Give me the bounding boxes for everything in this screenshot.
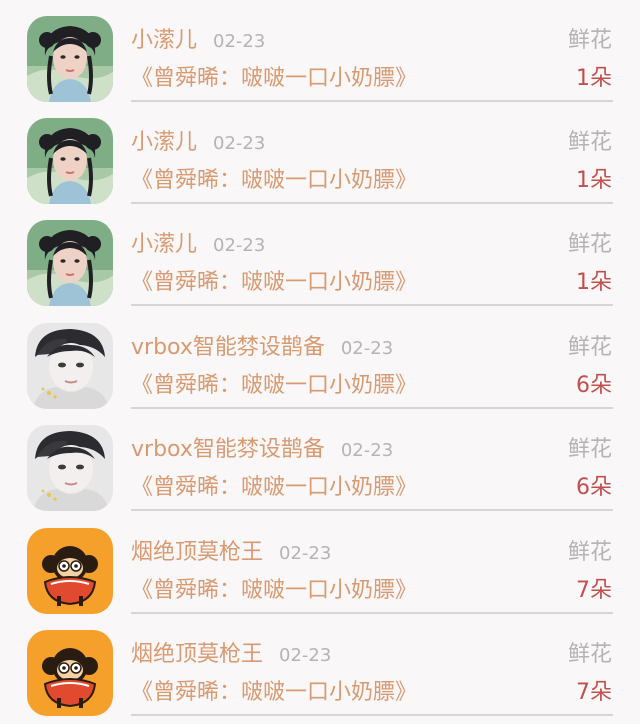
divider: [131, 304, 613, 306]
date-label: 02-23: [340, 338, 394, 359]
monkey-cartoon-picture: [27, 528, 113, 614]
date-label: 02-23: [213, 133, 266, 154]
girl-portrait-picture: [27, 118, 113, 204]
message-text: 《曾舜晞：啵啵一口小奶膘》: [131, 66, 418, 91]
girl-portrait-picture: [27, 16, 113, 102]
list-item[interactable]: 小潆儿 02-23 鲜花 《曾舜晞：啵啵一口小奶膘》 1朵: [0, 102, 640, 205]
date-label: 02-23: [213, 235, 266, 256]
avatar[interactable]: [27, 220, 113, 306]
gift-type-label: 鲜花: [567, 232, 612, 257]
list-item[interactable]: 小潆儿 02-23 鲜花 《曾舜晞：啵啵一口小奶膘》 1朵: [0, 0, 640, 103]
date-label: 02-23: [279, 543, 332, 564]
user-name[interactable]: vrbox智能棼设鹊备: [131, 335, 325, 360]
avatar[interactable]: [27, 16, 113, 102]
divider: [131, 714, 613, 716]
message-text: 《曾舜晞：啵啵一口小奶膘》: [131, 168, 418, 193]
gift-type-label: 鲜花: [567, 540, 612, 565]
avatar[interactable]: [27, 630, 113, 716]
date-label: 02-23: [279, 645, 332, 666]
message-text: 《曾舜晞：啵啵一口小奶膘》: [131, 475, 418, 500]
divider: [131, 509, 613, 511]
list-item[interactable]: 烟绝顶莫枪王 02-23 鲜花 《曾舜晞：啵啵一口小奶膘》 7朵: [0, 614, 640, 717]
user-name[interactable]: 烟绝顶莫枪王: [131, 540, 263, 565]
user-name[interactable]: 小潆儿: [131, 130, 197, 155]
list-item[interactable]: 烟绝顶莫枪王 02-23 鲜花 《曾舜晞：啵啵一口小奶膘》 7朵: [0, 512, 640, 615]
list-item[interactable]: vrbox智能棼设鹊备 02-23 鲜花 《曾舜晞：啵啵一口小奶膘》 6朵: [0, 307, 640, 410]
gift-count: 1朵: [576, 66, 612, 91]
user-name[interactable]: 小潆儿: [131, 28, 197, 53]
gift-record-list: 小潆儿 02-23 鲜花 《曾舜晞：啵啵一口小奶膘》 1朵 小潆儿 02-23 鲜花…: [0, 0, 640, 724]
boy-portrait-picture: [27, 425, 113, 511]
gift-type-label: 鲜花: [567, 130, 612, 155]
user-name[interactable]: vrbox智能棼设鹊备: [131, 437, 325, 462]
message-text: 《曾舜晞：啵啵一口小奶膘》: [131, 270, 418, 295]
date-label: 02-23: [340, 440, 394, 461]
gift-count: 7朵: [576, 680, 612, 705]
message-text: 《曾舜晞：啵啵一口小奶膘》: [131, 373, 418, 398]
gift-count: 6朵: [576, 475, 612, 500]
girl-portrait-picture: [27, 220, 113, 306]
user-name[interactable]: 小潆儿: [131, 232, 197, 257]
gift-type-label: 鲜花: [567, 28, 612, 53]
list-item[interactable]: 小潆儿 02-23 鲜花 《曾舜晞：啵啵一口小奶膘》 1朵: [0, 204, 640, 307]
gift-count: 1朵: [576, 168, 612, 193]
date-label: 02-23: [213, 31, 266, 52]
gift-count: 6朵: [576, 373, 612, 398]
gift-type-label: 鲜花: [567, 335, 612, 360]
avatar[interactable]: [27, 323, 113, 409]
boy-portrait-picture: [27, 323, 113, 409]
gift-count: 1朵: [576, 270, 612, 295]
avatar[interactable]: [27, 528, 113, 614]
message-text: 《曾舜晞：啵啵一口小奶膘》: [131, 680, 418, 705]
gift-count: 7朵: [576, 578, 612, 603]
monkey-cartoon-picture: [27, 630, 113, 716]
avatar[interactable]: [27, 118, 113, 204]
gift-type-label: 鲜花: [567, 437, 612, 462]
gift-type-label: 鲜花: [567, 642, 612, 667]
message-text: 《曾舜晞：啵啵一口小奶膘》: [131, 578, 418, 603]
avatar[interactable]: [27, 425, 113, 511]
user-name[interactable]: 烟绝顶莫枪王: [131, 642, 263, 667]
list-item[interactable]: vrbox智能棼设鹊备 02-23 鲜花 《曾舜晞：啵啵一口小奶膘》 6朵: [0, 409, 640, 512]
